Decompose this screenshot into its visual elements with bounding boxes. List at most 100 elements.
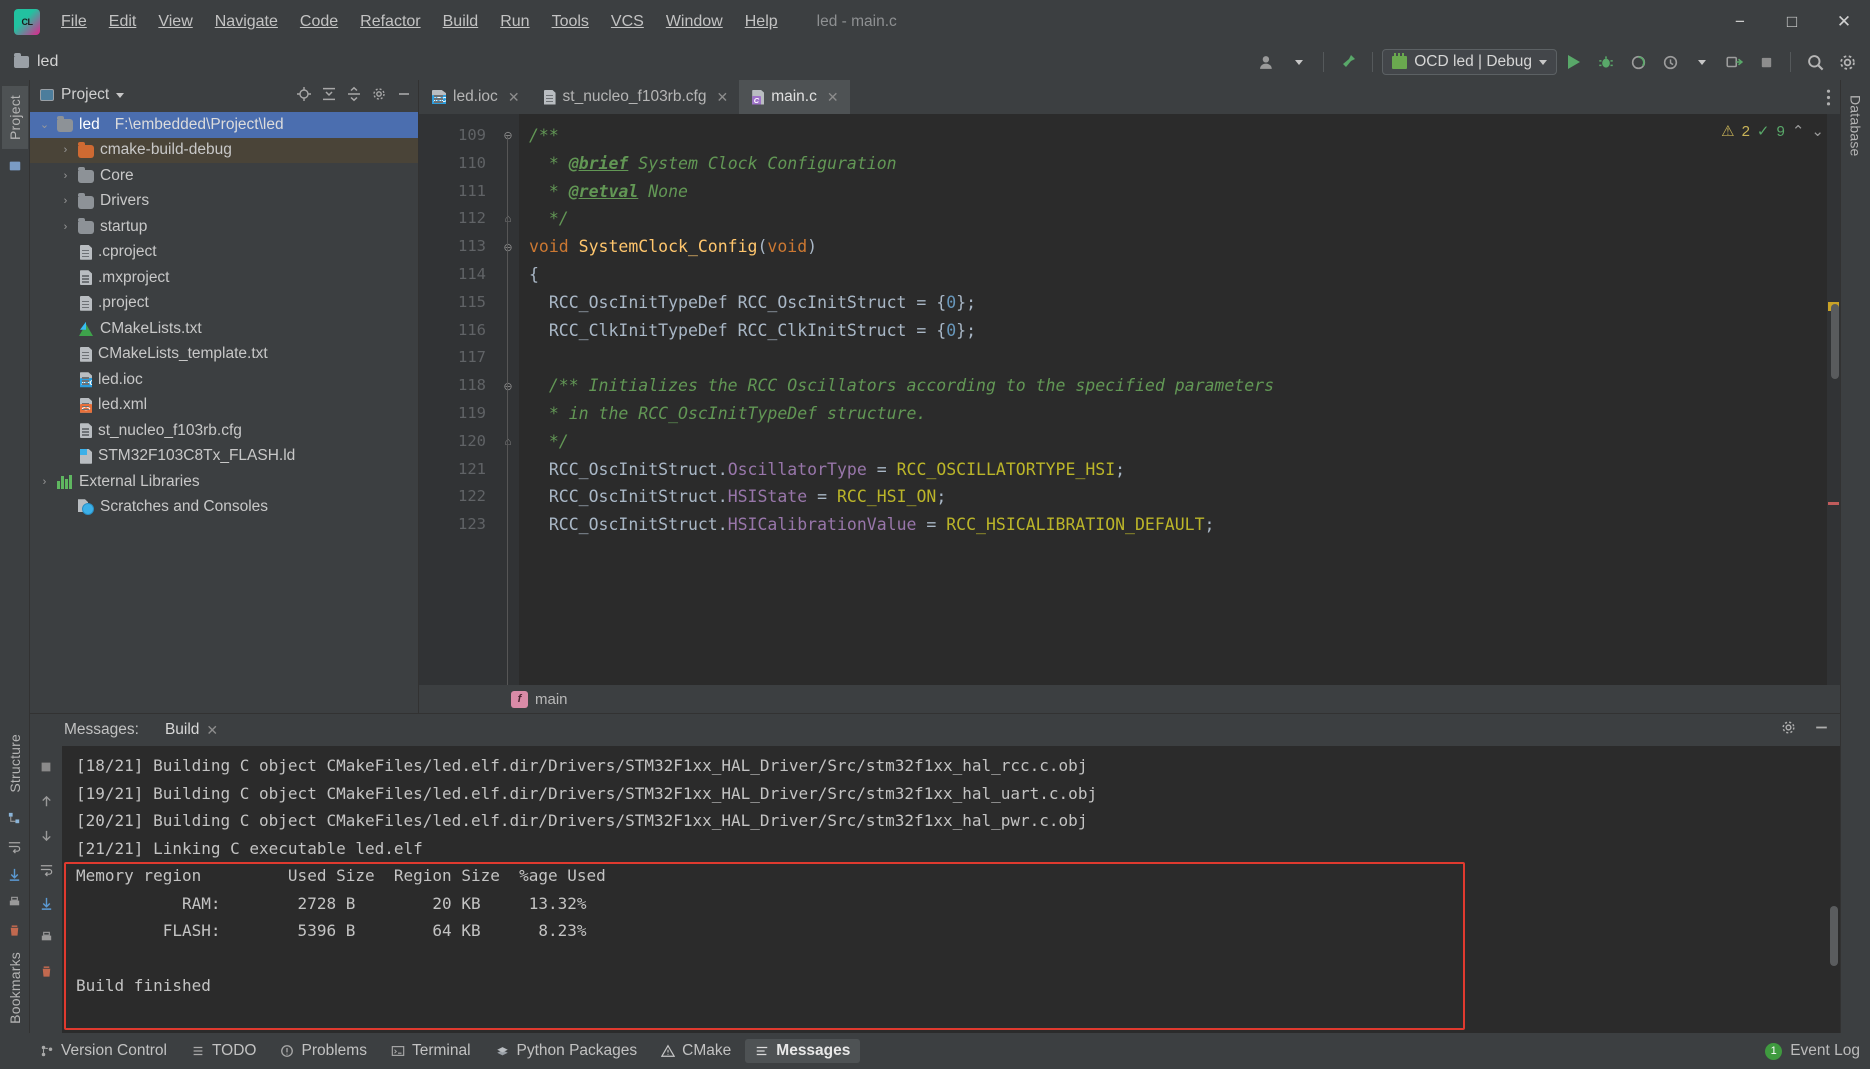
fold-toggle[interactable]: ⊖ <box>497 233 519 261</box>
stop-icon[interactable] <box>1751 48 1781 76</box>
tree-node-flash-ld[interactable]: STM32F103C8Tx_FLASH.ld <box>30 444 418 470</box>
database-side-icon[interactable] <box>4 155 26 177</box>
hammer-build-icon[interactable] <box>1333 48 1363 76</box>
scrollbar-thumb[interactable] <box>1831 304 1839 379</box>
maximize-button[interactable]: □ <box>1766 0 1818 44</box>
chevron-right-icon[interactable]: › <box>59 195 72 207</box>
tab-led-ioc[interactable]: IOC led.ioc ✕ <box>419 80 531 114</box>
settings-gear-icon[interactable] <box>371 86 387 105</box>
structure-icon[interactable] <box>4 807 26 829</box>
status-event-log[interactable]: 1 Event Log <box>1765 1042 1860 1060</box>
status-python-packages[interactable]: Python Packages <box>485 1039 648 1063</box>
settings-gear-icon[interactable] <box>1832 48 1862 76</box>
wrap-text-icon[interactable] <box>4 835 26 857</box>
status-messages[interactable]: Messages <box>745 1039 861 1063</box>
inspection-widget[interactable]: ⚠ 2 ✓ 9 ⌃ ⌄ <box>1721 122 1824 141</box>
next-problem-icon[interactable]: ⌄ <box>1811 122 1824 140</box>
user-avatar-icon[interactable] <box>1252 48 1282 76</box>
tree-node-cmakelists[interactable]: CMakeLists.txt <box>30 316 418 342</box>
minimize-button[interactable]: − <box>1714 0 1766 44</box>
tree-node-drivers[interactable]: › Drivers <box>30 189 418 215</box>
fold-end[interactable]: ⌂ <box>497 428 519 456</box>
close-button[interactable]: ✕ <box>1818 0 1870 44</box>
chevron-right-icon[interactable]: › <box>59 144 72 156</box>
scroll-to-end-icon[interactable] <box>4 863 26 885</box>
status-todo[interactable]: TODO <box>181 1039 267 1063</box>
messages-tab-build[interactable]: Build <box>165 721 199 739</box>
menu-file[interactable]: File <box>50 9 98 35</box>
console-scrollbar-thumb[interactable] <box>1830 906 1838 966</box>
tree-node-core[interactable]: › Core <box>30 163 418 189</box>
menu-window[interactable]: Window <box>655 9 734 35</box>
fold-toggle[interactable]: ⊖ <box>497 372 519 400</box>
profile-dropdown-icon[interactable] <box>1687 48 1717 76</box>
tab-main-c[interactable]: C main.c ✕ <box>739 80 850 114</box>
chevron-down-icon[interactable] <box>116 92 125 98</box>
arrow-up-icon[interactable] <box>35 790 57 812</box>
stop-icon[interactable] <box>35 756 57 778</box>
tree-node-external-libraries[interactable]: › External Libraries <box>30 469 418 495</box>
menu-view[interactable]: View <box>147 9 203 35</box>
close-icon[interactable]: ✕ <box>206 722 218 739</box>
chevron-right-icon[interactable]: › <box>59 221 72 233</box>
code-folding-gutter[interactable]: ⊖ ⌂ ⊖ ⊖ ⌂ <box>497 114 519 685</box>
hide-panel-icon[interactable] <box>396 86 412 105</box>
status-cmake[interactable]: CMake <box>651 1039 741 1063</box>
menu-code[interactable]: Code <box>289 9 349 35</box>
run-button[interactable] <box>1559 48 1589 76</box>
chevron-right-icon[interactable]: › <box>59 170 72 182</box>
prev-problem-icon[interactable]: ⌃ <box>1792 122 1805 140</box>
wrap-text-icon[interactable] <box>35 858 57 880</box>
close-icon[interactable]: ✕ <box>716 89 728 106</box>
menu-refactor[interactable]: Refactor <box>349 9 431 35</box>
sidebar-item-database[interactable]: Database <box>1843 86 1869 166</box>
tree-node-cproject[interactable]: .cproject <box>30 240 418 266</box>
menu-build[interactable]: Build <box>432 9 490 35</box>
status-problems[interactable]: Problems <box>270 1039 376 1063</box>
search-everywhere-icon[interactable] <box>1800 48 1830 76</box>
tab-st-nucleo-cfg[interactable]: st_nucleo_f103rb.cfg ✕ <box>531 80 740 114</box>
fold-toggle[interactable]: ⊖ <box>497 122 519 150</box>
project-chip[interactable]: led <box>14 53 58 71</box>
tree-node-project[interactable]: .project <box>30 291 418 317</box>
code-text[interactable]: /** * @brief System Clock Configuration … <box>519 114 1840 685</box>
arrow-down-icon[interactable] <box>35 824 57 846</box>
trash-icon[interactable] <box>35 960 57 982</box>
menu-help[interactable]: Help <box>734 9 789 35</box>
build-console[interactable]: [18/21] Building C object CMakeFiles/led… <box>62 746 1840 1033</box>
close-icon[interactable]: ✕ <box>827 89 839 106</box>
trash-icon[interactable] <box>4 919 26 941</box>
menu-run[interactable]: Run <box>489 9 540 35</box>
print-icon[interactable] <box>35 926 57 948</box>
tree-node-startup[interactable]: › startup <box>30 214 418 240</box>
tree-node-led[interactable]: ⌄ led F:\embedded\Project\led <box>30 112 418 138</box>
debug-button[interactable] <box>1591 48 1621 76</box>
change-marker[interactable] <box>1828 502 1839 505</box>
settings-gear-icon[interactable] <box>1780 719 1797 741</box>
sidebar-item-structure[interactable]: Structure <box>2 725 28 802</box>
tree-node-cmake-build-debug[interactable]: › cmake-build-debug <box>30 137 418 163</box>
status-version-control[interactable]: Version Control <box>30 1039 177 1063</box>
collapse-all-icon[interactable] <box>346 86 362 105</box>
editor-tab-options[interactable] <box>1826 80 1840 114</box>
close-icon[interactable]: ✕ <box>508 89 520 106</box>
run-with-coverage-icon[interactable] <box>1623 48 1653 76</box>
menu-edit[interactable]: Edit <box>98 9 148 35</box>
collapse-expand-icon[interactable] <box>321 86 337 105</box>
fold-end[interactable]: ⌂ <box>497 205 519 233</box>
tree-node-mxproject[interactable]: .mxproject <box>30 265 418 291</box>
hide-panel-icon[interactable] <box>1813 719 1830 741</box>
chevron-right-icon[interactable]: › <box>38 476 51 488</box>
status-terminal[interactable]: Terminal <box>381 1039 481 1063</box>
print-icon[interactable] <box>4 891 26 913</box>
tree-node-st-nucleo-cfg[interactable]: st_nucleo_f103rb.cfg <box>30 418 418 444</box>
sidebar-item-bookmarks[interactable]: Bookmarks <box>2 943 28 1033</box>
menu-vcs[interactable]: VCS <box>600 9 655 35</box>
editor-scrollbar[interactable] <box>1827 114 1840 685</box>
tree-node-led-ioc[interactable]: IOC led.ioc <box>30 367 418 393</box>
sidebar-item-project[interactable]: Project <box>1 86 28 149</box>
scroll-to-end-icon[interactable] <box>35 892 57 914</box>
tree-node-led-xml[interactable]: <> led.xml <box>30 393 418 419</box>
code-view[interactable]: 109 110 111 112 113 114 115 116 117 118 … <box>419 114 1840 685</box>
chevron-down-icon[interactable]: ⌄ <box>38 118 51 131</box>
